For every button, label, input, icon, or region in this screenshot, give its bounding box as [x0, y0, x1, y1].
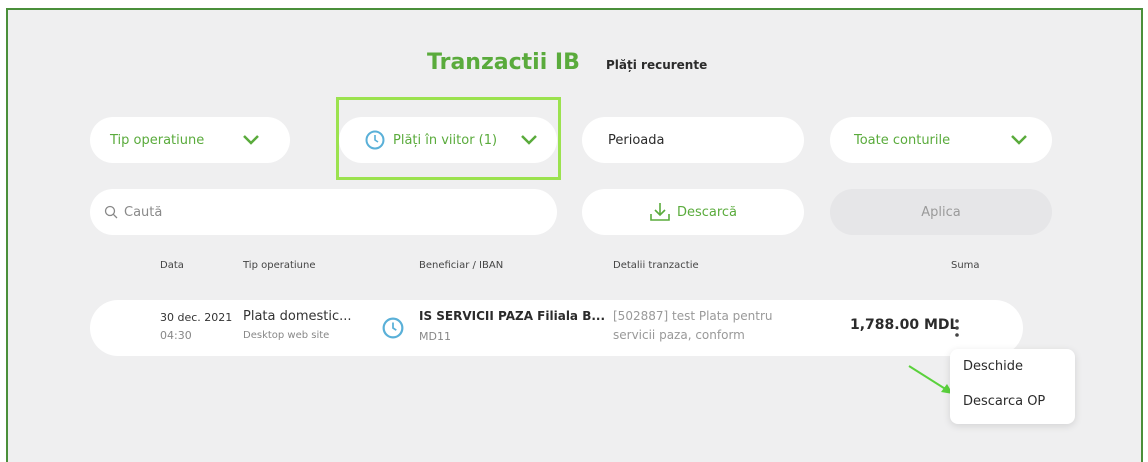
- row-channel: Desktop web site: [243, 330, 330, 341]
- header-date: Data: [160, 260, 184, 271]
- header-details: Detalii tranzactie: [613, 260, 699, 271]
- download-label: Descarcă: [676, 204, 738, 220]
- menu-item-open[interactable]: Deschide: [963, 359, 1023, 374]
- row-time: 04:30: [160, 329, 192, 342]
- operation-type-label: Tip operatiune: [110, 132, 205, 148]
- header-operation-type: Tip operatiune: [243, 260, 316, 271]
- chevron-down-icon: [243, 135, 259, 145]
- row-date: 30 dec. 2021: [160, 311, 233, 324]
- accounts-label: Toate conturile: [854, 132, 951, 148]
- clock-icon: [382, 317, 404, 339]
- highlight-box: [336, 97, 561, 180]
- table-row[interactable]: 30 dec. 2021 04:30 Plata domestic... Des…: [90, 300, 1023, 356]
- apply-label: Aplica: [921, 204, 961, 220]
- transactions-panel: Tranzactii IB Plăți recurente Tip operat…: [6, 8, 1143, 462]
- row-details-line1: [502887] test Plata pentru: [613, 309, 773, 323]
- apply-button[interactable]: Aplica: [830, 189, 1052, 235]
- chevron-down-icon: [1011, 135, 1027, 145]
- row-beneficiary: IS SERVICII PAZA Filiala B...: [419, 309, 606, 323]
- period-field[interactable]: Perioada: [582, 117, 804, 163]
- row-type: Plata domestic...: [243, 309, 352, 324]
- tab-tranzactii-ib[interactable]: Tranzactii IB: [427, 50, 580, 75]
- operation-type-dropdown[interactable]: Tip operatiune: [90, 117, 290, 163]
- context-menu: Deschide Descarca OP: [950, 349, 1075, 424]
- period-label: Perioada: [608, 132, 665, 148]
- search-input[interactable]: Caută: [124, 205, 162, 220]
- row-details-line2: servicii paza, conform: [613, 328, 745, 342]
- row-iban: MD11: [419, 330, 451, 343]
- tab-plati-recurente[interactable]: Plăți recurente: [606, 58, 707, 72]
- download-button[interactable]: Descarcă: [582, 189, 804, 235]
- accounts-dropdown[interactable]: Toate conturile: [830, 117, 1052, 163]
- header-beneficiary: Beneficiar / IBAN: [419, 260, 504, 271]
- search-field[interactable]: Caută: [90, 189, 557, 235]
- more-options-icon[interactable]: [953, 317, 961, 339]
- menu-item-download-op[interactable]: Descarca OP: [963, 394, 1045, 409]
- header-amount: Suma: [951, 260, 980, 271]
- row-amount: 1,788.00 MDL: [850, 317, 959, 333]
- download-icon: [650, 203, 670, 221]
- search-icon: [104, 205, 118, 219]
- top-strip-cropped: [0, 0, 1148, 8]
